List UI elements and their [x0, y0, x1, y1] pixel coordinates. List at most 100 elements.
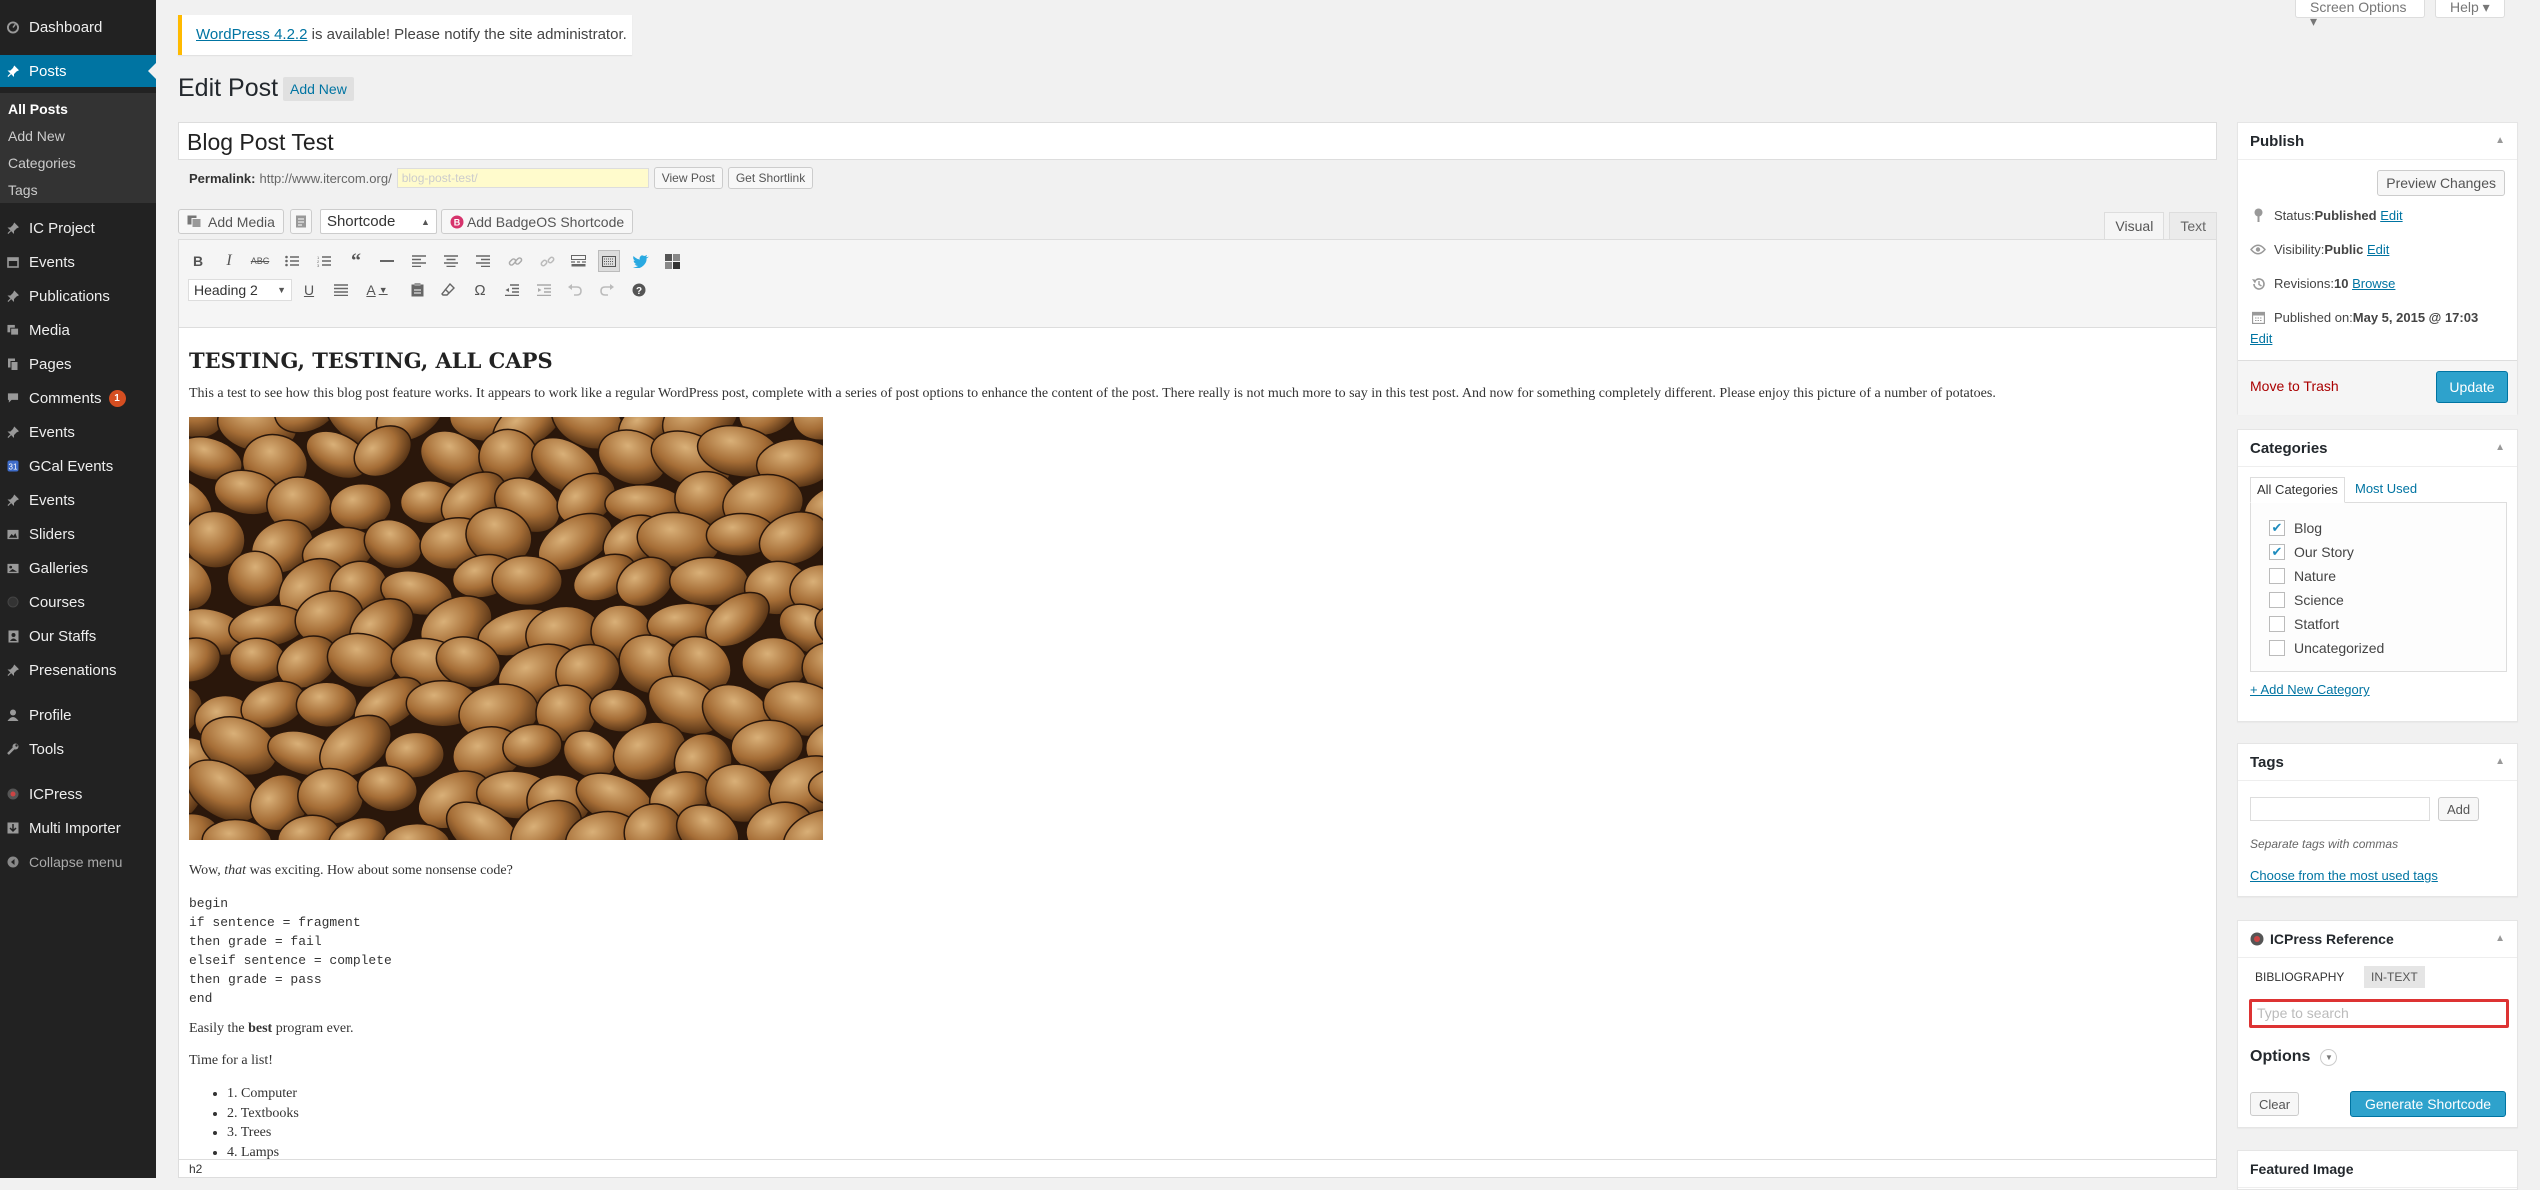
- horizontal-line-icon[interactable]: [376, 250, 398, 272]
- menu-galleries[interactable]: Galleries: [0, 552, 156, 584]
- text-color-icon[interactable]: A ▼: [362, 279, 392, 301]
- align-left-icon[interactable]: [408, 250, 430, 272]
- update-button[interactable]: Update: [2436, 371, 2508, 403]
- strikethrough-icon[interactable]: ABC: [249, 250, 271, 272]
- outdent-icon[interactable]: [501, 279, 523, 301]
- format-select[interactable]: Heading 2 ▼: [188, 279, 292, 301]
- underline-icon[interactable]: U: [298, 279, 320, 301]
- numbered-list-icon[interactable]: 123: [313, 250, 335, 272]
- featured-image-header[interactable]: Featured Image: [2238, 1151, 2517, 1188]
- help-icon[interactable]: ?: [628, 279, 650, 301]
- menu-icpress[interactable]: ICPress: [0, 778, 156, 810]
- edit-status-link[interactable]: Edit: [2380, 208, 2402, 223]
- submenu-add-new[interactable]: Add New: [8, 128, 65, 144]
- category-checkbox[interactable]: [2269, 616, 2285, 632]
- read-more-icon[interactable]: [567, 250, 589, 272]
- undo-icon[interactable]: [564, 279, 586, 301]
- add-new-post-button[interactable]: Add New: [283, 77, 354, 101]
- menu-media[interactable]: Media: [0, 314, 156, 346]
- plugin-icon[interactable]: [661, 250, 683, 272]
- indent-icon[interactable]: [533, 279, 555, 301]
- toolbar-toggle-icon[interactable]: [598, 250, 620, 272]
- bold-icon[interactable]: B: [187, 250, 209, 272]
- italic-icon[interactable]: I: [218, 250, 240, 272]
- tab-visual[interactable]: Visual: [2104, 212, 2165, 240]
- align-right-icon[interactable]: [472, 250, 494, 272]
- add-tag-button[interactable]: Add: [2438, 797, 2480, 821]
- blockquote-icon[interactable]: “: [345, 250, 367, 272]
- categories-box-header[interactable]: Categories ▲: [2238, 430, 2517, 467]
- help-button[interactable]: Help ▾: [2435, 0, 2505, 18]
- special-character-icon[interactable]: Ω: [469, 279, 491, 301]
- get-shortlink-button[interactable]: Get Shortlink: [727, 167, 814, 189]
- menu-events[interactable]: Events: [0, 246, 156, 278]
- menu-comments[interactable]: Comments 1: [0, 382, 156, 414]
- move-to-trash-link[interactable]: Move to Trash: [2250, 378, 2339, 394]
- justify-icon[interactable]: [330, 279, 352, 301]
- menu-tools[interactable]: Tools: [0, 733, 156, 765]
- choose-most-used-tags-link[interactable]: Choose from the most used tags: [2250, 868, 2438, 883]
- bullet-list-icon[interactable]: [281, 250, 303, 272]
- edit-date-link[interactable]: Edit: [2250, 331, 2272, 346]
- view-post-button[interactable]: View Post: [653, 167, 723, 189]
- menu-publications[interactable]: Publications: [0, 280, 156, 312]
- unlink-icon[interactable]: [536, 250, 558, 272]
- category-checkbox[interactable]: [2269, 640, 2285, 656]
- collapse-toggle-icon[interactable]: ▲: [2495, 933, 2505, 944]
- post-content[interactable]: TESTING, TESTING, ALL CAPS This a test t…: [189, 348, 2199, 1162]
- add-new-category-link[interactable]: + Add New Category: [2250, 682, 2370, 697]
- icpress-box-header[interactable]: ICPress Reference ▲: [2238, 921, 2517, 958]
- generate-shortcode-button[interactable]: Generate Shortcode: [2350, 1091, 2506, 1117]
- tab-most-used[interactable]: Most Used: [2355, 477, 2417, 503]
- menu-pages[interactable]: Pages: [0, 348, 156, 380]
- menu-multi-importer[interactable]: Multi Importer: [0, 812, 156, 844]
- collapse-toggle-icon[interactable]: ▲: [2495, 135, 2505, 146]
- menu-courses[interactable]: Courses: [0, 586, 156, 618]
- menu-our-staffs[interactable]: Our Staffs: [0, 620, 156, 652]
- clear-button[interactable]: Clear: [2250, 1092, 2300, 1116]
- publish-box-header[interactable]: Publish ▲: [2238, 123, 2517, 160]
- add-badgeos-shortcode-button[interactable]: B Add BadgeOS Shortcode: [440, 209, 634, 234]
- category-checkbox[interactable]: [2269, 592, 2285, 608]
- category-checkbox[interactable]: [2269, 568, 2285, 584]
- menu-presenations[interactable]: Presenations: [0, 654, 156, 686]
- menu-profile[interactable]: Profile: [0, 699, 156, 731]
- menu-dashboard[interactable]: Dashboard: [0, 11, 156, 43]
- menu-gcal-events[interactable]: 31 GCal Events: [0, 450, 156, 482]
- tab-text[interactable]: Text: [2169, 212, 2217, 240]
- preview-changes-button[interactable]: Preview Changes: [2377, 170, 2505, 196]
- tab-bibliography[interactable]: BIBLIOGRAPHY: [2250, 966, 2350, 988]
- link-icon[interactable]: [504, 250, 526, 272]
- menu-ic-project[interactable]: IC Project: [0, 212, 156, 244]
- category-checkbox[interactable]: ✔: [2269, 544, 2285, 560]
- menu-events-3[interactable]: Events: [0, 484, 156, 516]
- shortcode-select[interactable]: Shortcode ▲: [319, 209, 437, 234]
- update-notice-link[interactable]: WordPress 4.2.2: [196, 26, 307, 43]
- tab-in-text[interactable]: IN-TEXT: [2364, 966, 2425, 988]
- screen-options-button[interactable]: Screen Options ▾: [2295, 0, 2425, 28]
- paste-text-icon[interactable]: [406, 279, 428, 301]
- tag-input[interactable]: [2250, 797, 2430, 821]
- edit-visibility-link[interactable]: Edit: [2367, 242, 2389, 257]
- permalink-slug-input[interactable]: blog-post-test/: [396, 168, 649, 188]
- submenu-tags[interactable]: Tags: [8, 182, 38, 198]
- redo-icon[interactable]: [596, 279, 618, 301]
- tab-all-categories[interactable]: All Categories: [2250, 477, 2345, 503]
- menu-posts[interactable]: Posts: [0, 55, 156, 87]
- form-icon-button[interactable]: [289, 209, 312, 234]
- collapse-toggle-icon[interactable]: ▲: [2495, 442, 2505, 453]
- add-media-button[interactable]: Add Media: [178, 209, 284, 234]
- menu-sliders[interactable]: Sliders: [0, 518, 156, 550]
- post-title-input[interactable]: Blog Post Test: [178, 122, 2217, 160]
- reference-search-input[interactable]: Type to search: [2249, 999, 2509, 1028]
- submenu-all-posts[interactable]: All Posts: [8, 101, 68, 117]
- clear-formatting-icon[interactable]: [437, 279, 459, 301]
- twitter-icon[interactable]: [630, 250, 652, 272]
- submenu-categories[interactable]: Categories: [8, 155, 76, 171]
- collapse-toggle-icon[interactable]: ▲: [2495, 756, 2505, 767]
- tags-box-header[interactable]: Tags ▲: [2238, 744, 2517, 781]
- collapse-menu[interactable]: Collapse menu: [0, 846, 156, 878]
- options-toggle[interactable]: Options ▼: [2250, 1048, 2338, 1066]
- potatoes-image[interactable]: [189, 417, 823, 840]
- browse-revisions-link[interactable]: Browse: [2352, 276, 2395, 291]
